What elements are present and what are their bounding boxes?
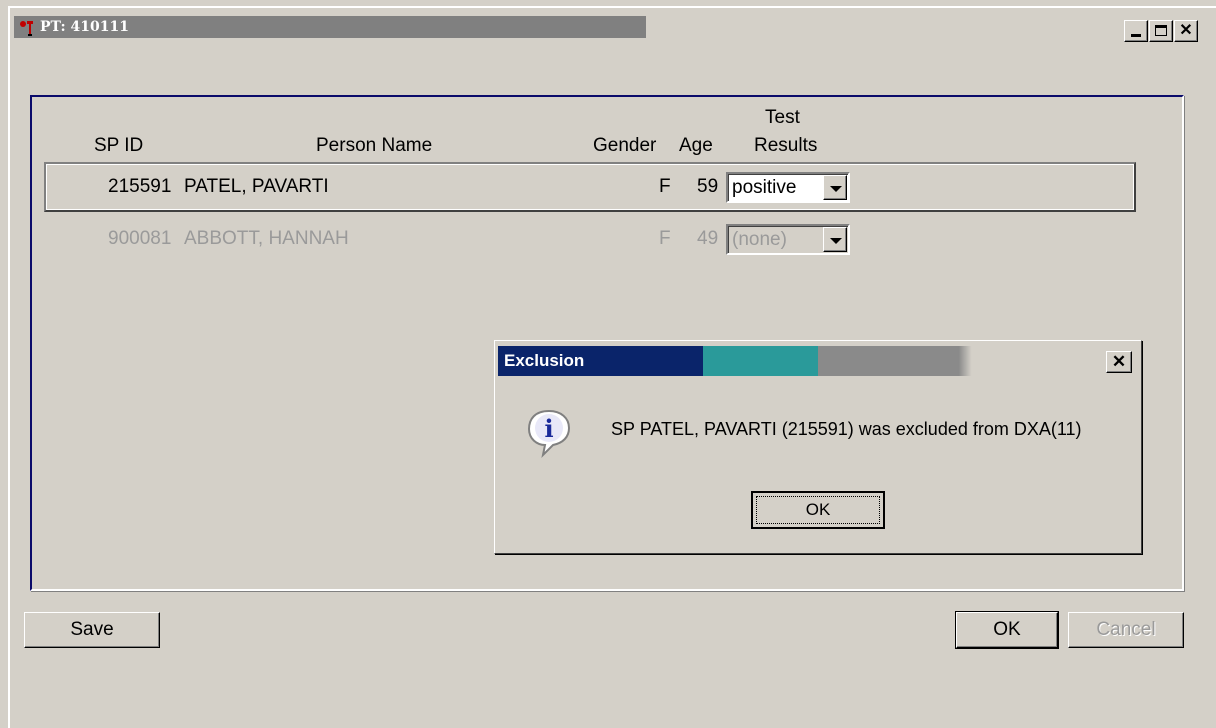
row-sp-id: 900081 [108,228,172,249]
window-controls: ✕ [1124,20,1199,42]
minimize-icon [1131,34,1141,37]
dialog-ok-button[interactable]: OK [751,491,885,529]
info-icon: i [527,409,571,459]
exclusion-dialog: Exclusion ✕ i SP PATEL, PAVARTI (215591)… [494,340,1142,554]
app-icon [20,21,33,36]
dialog-titlebar: Exclusion ✕ [498,346,1138,376]
dialog-ok-label: OK [756,496,880,524]
window-titlebar: PT: 410111 [14,16,646,38]
cancel-label: Cancel [1096,619,1156,640]
maximize-button[interactable] [1149,20,1173,42]
test-results-dropdown[interactable]: positive [726,172,850,203]
row-gender: F [659,176,671,197]
dropdown-button[interactable] [823,175,847,200]
close-icon: ✕ [1179,22,1193,39]
dialog-message: SP PATEL, PAVARTI (215591) was excluded … [611,419,1082,439]
window-title: PT: 410111 [40,19,129,35]
ok-button[interactable]: OK [955,611,1059,649]
table-row: 900081 ABBOTT, HANNAH F 49 (none) [44,216,1136,266]
header-age: Age [679,135,713,156]
row-sp-id: 215591 [108,176,172,197]
close-icon: ✕ [1111,352,1127,371]
dialog-close-button[interactable]: ✕ [1106,351,1132,373]
dropdown-button [823,227,847,252]
save-label: Save [70,619,114,640]
header-person-name: Person Name [316,135,433,156]
ok-label: OK [993,619,1021,640]
cancel-button: Cancel [1068,612,1184,648]
test-results-value: (none) [732,229,787,250]
test-results-value: positive [732,177,797,198]
table-row[interactable]: 215591 PATEL, PAVARTI F 59 positive [44,162,1136,212]
row-gender: F [659,228,671,249]
row-age: 49 [697,228,719,249]
close-button[interactable]: ✕ [1174,20,1198,42]
row-age: 59 [697,176,719,197]
minimize-button[interactable] [1124,20,1148,42]
svg-text:i: i [544,414,553,443]
row-person-name: PATEL, PAVARTI [184,176,329,197]
save-button[interactable]: Save [24,612,160,648]
header-gender: Gender [593,135,657,156]
header-sp-id: SP ID [94,135,144,156]
chevron-down-icon [830,238,842,244]
test-results-dropdown: (none) [726,224,850,255]
dialog-title: Exclusion [504,351,585,370]
header-results: Results [754,135,818,156]
maximize-icon [1155,25,1167,36]
header-test: Test [765,107,800,128]
row-person-name: ABBOTT, HANNAH [184,228,349,249]
chevron-down-icon [830,186,842,192]
